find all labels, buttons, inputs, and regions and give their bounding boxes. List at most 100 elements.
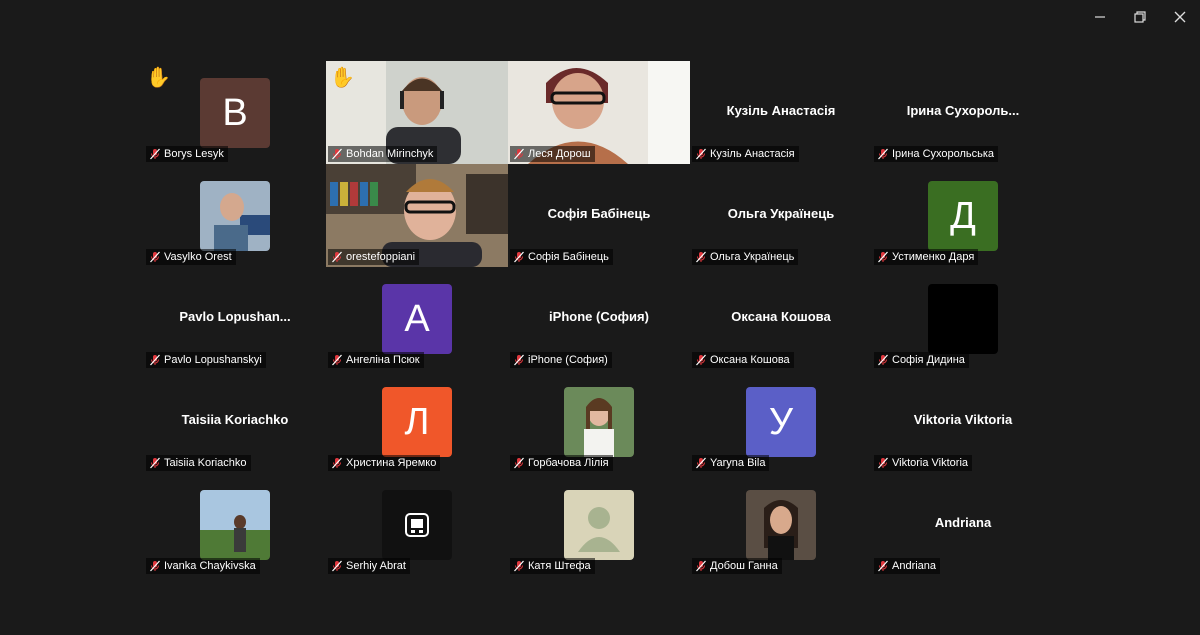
muted-mic-icon bbox=[877, 148, 889, 160]
participant-tile[interactable]: Serhiy Abrat bbox=[326, 473, 508, 576]
participant-tile[interactable]: Кузіль Анастасія Кузіль Анастасія bbox=[690, 61, 872, 164]
participant-name-label: Софія Дидина bbox=[874, 352, 969, 368]
muted-mic-icon bbox=[695, 148, 707, 160]
participant-avatar: B bbox=[200, 78, 270, 148]
participant-display-name: Ольга Українець bbox=[727, 206, 835, 221]
participant-tile[interactable]: Софія Бабінець Софія Бабінець bbox=[508, 164, 690, 267]
participant-name: Катя Штефа bbox=[528, 560, 591, 572]
participant-tile[interactable]: iPhone (София) iPhone (София) bbox=[508, 267, 690, 370]
participant-name: Bohdan Mirinchyk bbox=[346, 148, 434, 160]
participant-name: Софія Бабінець bbox=[528, 251, 609, 263]
participant-avatar: Д bbox=[928, 181, 998, 251]
participant-tile[interactable]: У Yaryna Bila bbox=[690, 370, 872, 473]
muted-mic-icon bbox=[149, 251, 161, 263]
participant-name: Ivanka Chaykivska bbox=[164, 560, 256, 572]
participant-avatar: У bbox=[746, 387, 816, 457]
raised-hand-icon: ✋ bbox=[146, 67, 171, 89]
close-button[interactable] bbox=[1160, 0, 1200, 34]
muted-mic-icon bbox=[149, 457, 161, 469]
participant-tile[interactable]: Vasylko Orest bbox=[144, 164, 326, 267]
participant-name-label: Софія Бабінець bbox=[510, 249, 613, 265]
participant-name: Viktoria Viktoria bbox=[892, 457, 969, 469]
muted-mic-icon bbox=[877, 457, 889, 469]
participant-tile[interactable]: Катя Штефа bbox=[508, 473, 690, 576]
participant-tile[interactable]: Леся Дорош bbox=[508, 61, 690, 164]
muted-mic-icon bbox=[513, 251, 525, 263]
muted-mic-icon bbox=[513, 354, 525, 366]
muted-mic-icon bbox=[513, 560, 525, 572]
muted-mic-icon bbox=[695, 457, 707, 469]
participant-tile[interactable]: Добош Ганна bbox=[690, 473, 872, 576]
participant-tile[interactable]: Оксана Кошова Оксана Кошова bbox=[690, 267, 872, 370]
participant-tile[interactable]: Горбачова Лілія bbox=[508, 370, 690, 473]
minimize-icon bbox=[1095, 16, 1105, 18]
participant-tile[interactable]: B ✋ Borys Lesyk bbox=[144, 61, 326, 164]
participant-name-label: Viktoria Viktoria bbox=[874, 455, 973, 471]
muted-mic-icon bbox=[331, 457, 343, 469]
restore-button[interactable] bbox=[1120, 0, 1160, 34]
participant-tile[interactable]: Ірина Сухороль... Ірина Сухорольська bbox=[872, 61, 1054, 164]
participant-name-label: Andriana bbox=[874, 558, 941, 574]
participant-tile[interactable]: Andriana Andriana bbox=[872, 473, 1054, 576]
participant-tile[interactable]: A Ангеліна Псюк bbox=[326, 267, 508, 370]
participant-display-name: iPhone (София) bbox=[549, 309, 649, 324]
muted-mic-icon bbox=[331, 148, 343, 160]
participant-tile[interactable]: Pavlo Lopushan... Pavlo Lopushanskyi bbox=[144, 267, 326, 370]
muted-mic-icon bbox=[149, 354, 161, 366]
participant-tile[interactable]: Taisiia Koriachko Taisiia Koriachko bbox=[144, 370, 326, 473]
close-icon bbox=[1174, 11, 1186, 23]
participant-name: Serhiy Abrat bbox=[346, 560, 406, 572]
participant-name: Taisiia Koriachko bbox=[164, 457, 247, 469]
participant-name-label: Горбачова Лілія bbox=[510, 455, 613, 471]
participant-display-name: Софія Бабінець bbox=[547, 206, 651, 221]
participant-name: Pavlo Lopushanskyi bbox=[164, 354, 262, 366]
participant-name-label: Кузіль Анастасія bbox=[692, 146, 799, 162]
participant-tile[interactable]: Ольга Українець Ольга Українець bbox=[690, 164, 872, 267]
muted-mic-icon bbox=[877, 560, 889, 572]
minimize-button[interactable] bbox=[1080, 0, 1120, 34]
participant-name-label: Ангеліна Псюк bbox=[328, 352, 424, 368]
participant-display-name: Оксана Кошова bbox=[731, 309, 831, 324]
participant-display-name: Pavlo Lopushan... bbox=[179, 309, 291, 324]
participant-name-label: Bohdan Mirinchyk bbox=[328, 146, 438, 162]
muted-mic-icon bbox=[695, 354, 707, 366]
muted-mic-icon bbox=[331, 354, 343, 366]
participant-name-label: Ivanka Chaykivska bbox=[146, 558, 260, 574]
participant-name-label: Устименко Даря bbox=[874, 249, 979, 265]
participant-name-label: Ольга Українець bbox=[692, 249, 799, 265]
participant-avatar: A bbox=[382, 284, 452, 354]
muted-mic-icon bbox=[695, 560, 707, 572]
muted-mic-icon bbox=[877, 251, 889, 263]
participant-tile[interactable]: ✋ Bohdan Mirinchyk bbox=[326, 61, 508, 164]
participant-tile[interactable]: Ivanka Chaykivska bbox=[144, 473, 326, 576]
participant-name-label: Vasylko Orest bbox=[146, 249, 236, 265]
participant-name: Borys Lesyk bbox=[164, 148, 224, 160]
participant-display-name: Taisiia Koriachko bbox=[181, 412, 289, 427]
participant-tile[interactable]: Д Устименко Даря bbox=[872, 164, 1054, 267]
participant-tile[interactable]: Viktoria Viktoria Viktoria Viktoria bbox=[872, 370, 1054, 473]
participant-name: Ірина Сухорольська bbox=[892, 148, 995, 160]
participant-avatar bbox=[928, 284, 998, 354]
participant-avatar: Л bbox=[382, 387, 452, 457]
participant-photo bbox=[746, 490, 816, 560]
participant-name: Софія Дидина bbox=[892, 354, 965, 366]
participant-display-name: Viktoria Viktoria bbox=[913, 412, 1013, 427]
participant-name-label: Добош Ганна bbox=[692, 558, 782, 574]
muted-mic-icon bbox=[149, 148, 161, 160]
participant-name: iPhone (София) bbox=[528, 354, 608, 366]
participant-photo bbox=[564, 490, 634, 560]
participant-photo bbox=[200, 181, 270, 251]
participant-gallery: B ✋ Borys Lesyk ✋ Bohdan Mirinchyk Леся Дорош… bbox=[144, 61, 1054, 576]
participant-tile[interactable]: Софія Дидина bbox=[872, 267, 1054, 370]
participant-name: Ангеліна Псюк bbox=[346, 354, 420, 366]
participant-name-label: Borys Lesyk bbox=[146, 146, 228, 162]
participant-name-label: Taisiia Koriachko bbox=[146, 455, 251, 471]
muted-mic-icon bbox=[877, 354, 889, 366]
participant-name: orestefoppiani bbox=[346, 251, 416, 263]
participant-name-label: Оксана Кошова bbox=[692, 352, 794, 368]
participant-photo bbox=[564, 387, 634, 457]
muted-mic-icon bbox=[331, 560, 343, 572]
participant-tile[interactable]: orestefoppiani bbox=[326, 164, 508, 267]
participant-tile[interactable]: Л Христина Яремко bbox=[326, 370, 508, 473]
participant-name-label: Катя Штефа bbox=[510, 558, 595, 574]
